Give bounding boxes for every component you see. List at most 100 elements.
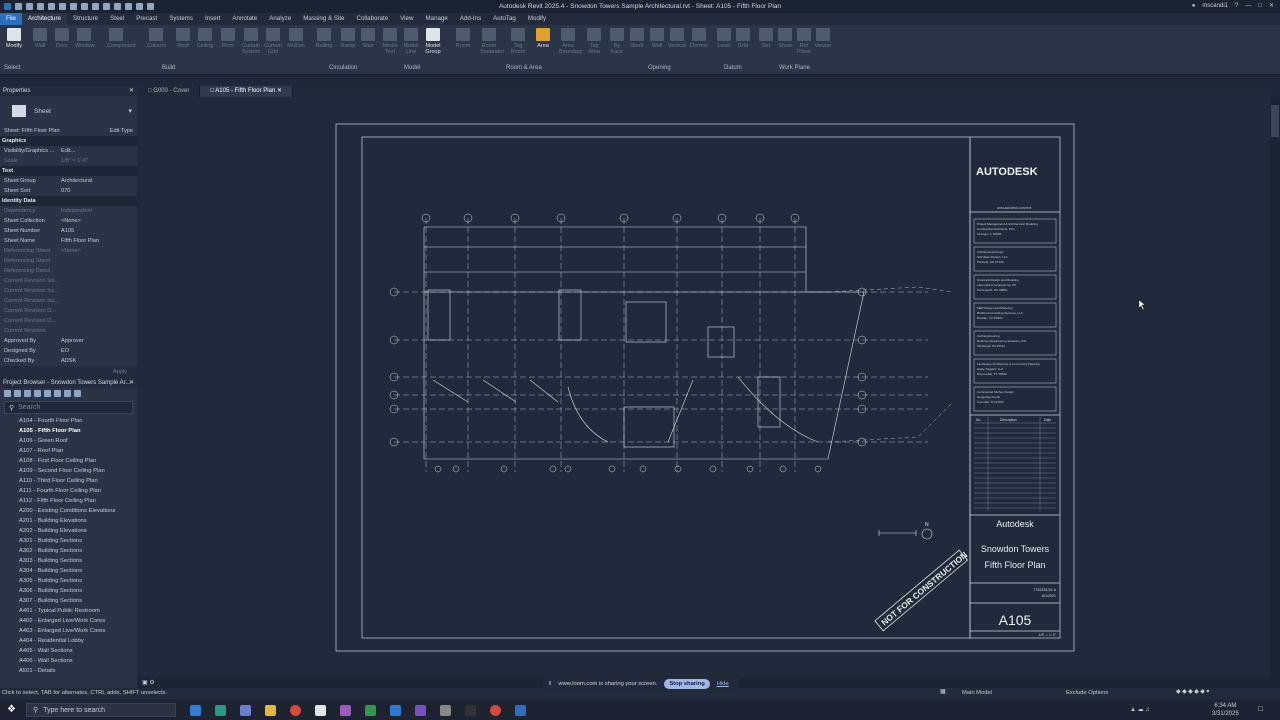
curtain-grid-button[interactable]: Curtain Grid [264, 28, 282, 55]
property-row[interactable]: Current Revision Iss... [0, 276, 137, 286]
property-row[interactable]: Current Revision Iss... [0, 286, 137, 296]
property-row[interactable]: Approved By Approver [0, 336, 137, 346]
stair-button[interactable]: Stair [359, 28, 377, 49]
tab-analyze[interactable]: Analyze [263, 13, 297, 25]
tab-view[interactable]: View [394, 13, 419, 25]
property-row[interactable]: Sheet Name Fifth Floor Plan [0, 236, 137, 246]
tab-g000-cover[interactable]: □ G000 - Cover [138, 86, 201, 97]
windows-start-icon[interactable]: ❖ [7, 704, 16, 715]
tray-icons[interactable]: ▲ ☁ ♫ [1130, 706, 1150, 713]
property-row[interactable]: Visibility/Graphics ... Edit... [0, 146, 137, 156]
property-value[interactable]: 070 [61, 188, 70, 194]
clock[interactable]: 6:34 AM 3/31/2025 [1212, 702, 1239, 718]
sheet-list-item[interactable]: A107 - Roof Plan [0, 446, 137, 456]
help-icon[interactable]: ? [1235, 3, 1238, 9]
ramp-button[interactable]: Ramp [339, 28, 357, 49]
vscode-icon[interactable] [390, 704, 401, 716]
tab-insert[interactable]: Insert [199, 13, 226, 25]
elevation-marker[interactable] [564, 465, 572, 473]
sheet-list-item[interactable]: A501 - Details [0, 666, 137, 676]
viewer-button[interactable]: Viewer [814, 28, 832, 49]
wall-opening-button[interactable]: Wall [648, 28, 666, 49]
curtain-system-button[interactable]: Curtain System [242, 28, 260, 55]
sheet-list-item[interactable]: A405 - Wall Sections [0, 646, 137, 656]
selection-filter-icons[interactable]: ◆ ◆ ◆ ◆ ◆ ▾ [1176, 689, 1209, 695]
property-value[interactable]: <None> [61, 218, 81, 224]
drag-handle-icon[interactable]: ‖ [549, 681, 551, 687]
sheet-view[interactable]: N NOT FOR CONSTRUCTION AUTODESK www.auto… [138, 97, 1270, 677]
show-button[interactable]: Show [776, 28, 794, 49]
edit-type-button[interactable]: Edit Type [110, 128, 133, 134]
view-controls-icon[interactable]: ▣ ⚙ [142, 679, 155, 686]
vertical-scrollbar[interactable] [1270, 97, 1280, 677]
workset-icon[interactable]: ▦ [940, 689, 945, 695]
model-text-button[interactable]: Model Text [381, 28, 399, 55]
shaft-button[interactable]: Shaft [628, 28, 646, 49]
component-button[interactable]: Component [107, 28, 135, 49]
sheet-list-item[interactable]: A104 - Fourth Floor Plan [0, 416, 137, 426]
close-tab-icon[interactable]: ✕ [277, 88, 282, 94]
browser-tool-icon[interactable] [74, 390, 81, 397]
elevation-marker[interactable] [434, 465, 442, 473]
elevation-marker[interactable] [608, 465, 616, 473]
property-group[interactable]: Identity Data [0, 196, 137, 206]
account-icon[interactable]: ● [1192, 3, 1196, 9]
window-button[interactable]: Window [75, 28, 95, 49]
property-value[interactable]: EO [61, 348, 69, 354]
elevation-marker[interactable] [674, 465, 682, 473]
browser-tool-icon[interactable] [4, 390, 11, 397]
sheet-list-item[interactable]: A403 - Enlarged Live/Work Cores [0, 626, 137, 636]
room-button[interactable]: Room [454, 28, 472, 49]
tab-add-ins[interactable]: Add-Ins [454, 13, 487, 25]
tab-collaborate[interactable]: Collaborate [351, 13, 395, 25]
excel-icon[interactable] [365, 704, 376, 716]
tab-massing-site[interactable]: Massing & Site [297, 13, 350, 25]
railing-button[interactable]: Railing [315, 28, 333, 49]
close-icon[interactable]: ✕ [1269, 2, 1274, 9]
elevation-marker[interactable] [779, 465, 787, 473]
browser-tool-icon[interactable] [24, 390, 31, 397]
column-button[interactable]: Column [147, 28, 166, 49]
elevation-marker[interactable] [746, 465, 754, 473]
browser-tool-icon[interactable] [14, 390, 21, 397]
tab-annotate[interactable]: Annotate [226, 13, 263, 25]
tab-architecture[interactable]: Architecture [21, 13, 67, 25]
property-value[interactable]: A105 [61, 228, 74, 234]
mullion-button[interactable]: Mullion [287, 28, 305, 49]
door-button[interactable]: Door [53, 28, 71, 49]
property-value[interactable]: <None> [61, 248, 81, 254]
sheet-list-item[interactable]: A201 - Building Elevations [0, 516, 137, 526]
vertical-button[interactable]: Vertical [668, 28, 686, 49]
design-option-selector[interactable]: Main Model [962, 690, 992, 696]
sheet-list-item[interactable]: A307 - Building Sections [0, 596, 137, 606]
property-value[interactable]: Architectural [61, 178, 92, 184]
type-selector[interactable]: Sheet ▾ [0, 96, 137, 126]
tab-steel[interactable]: Steel [104, 13, 130, 25]
property-value[interactable]: Edit... [61, 148, 75, 154]
property-row[interactable]: Current Revision [0, 326, 137, 336]
property-row[interactable]: Referencing Sheet <None> [0, 246, 137, 256]
ceiling-button[interactable]: Ceiling [196, 28, 214, 49]
sheet-list-item[interactable]: A305 - Building Sections [0, 576, 137, 586]
app-icon[interactable] [340, 704, 351, 716]
panel-select[interactable]: Select [4, 65, 21, 71]
elevation-marker[interactable] [500, 465, 508, 473]
sheet-list-item[interactable]: A110 - Third Floor Ceiling Plan [0, 476, 137, 486]
exclude-options-toggle[interactable]: Exclude Options [1066, 690, 1108, 696]
property-row[interactable]: Current Revision D... [0, 306, 137, 316]
tab-file[interactable]: File [0, 13, 22, 25]
sheet-list-item[interactable]: A106 - Green Roof [0, 436, 137, 446]
notification-icon[interactable]: □ [1258, 704, 1263, 713]
property-row[interactable]: Checked By ADSK [0, 356, 137, 366]
chrome-icon[interactable] [490, 704, 501, 716]
property-group[interactable]: Text [0, 166, 137, 176]
maximize-icon[interactable]: □ [1258, 3, 1262, 9]
property-row[interactable]: Referencing Detail [0, 266, 137, 276]
sheet-list-item[interactable]: A306 - Building Sections [0, 586, 137, 596]
model-line-button[interactable]: Model Line [402, 28, 420, 55]
property-row[interactable]: Sheet Number A105 [0, 226, 137, 236]
sheet-list-item[interactable]: A402 - Enlarged Live/Work Cores [0, 616, 137, 626]
elevation-marker[interactable] [549, 465, 557, 473]
edge-icon[interactable] [215, 704, 226, 716]
panel-room-area[interactable]: Room & Area [506, 65, 542, 71]
